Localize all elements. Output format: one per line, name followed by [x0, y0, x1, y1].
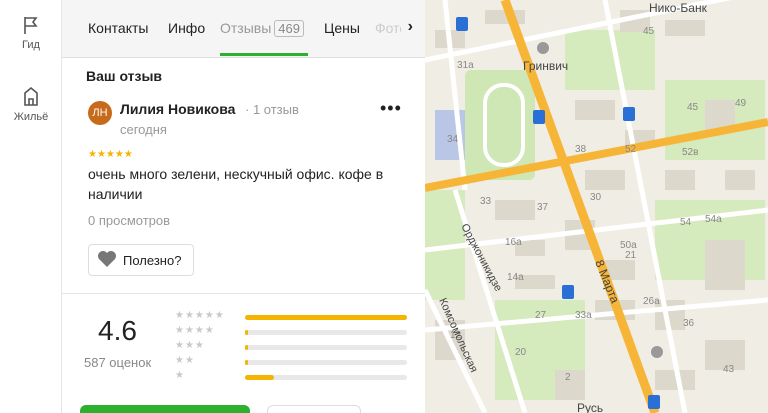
distribution-stars: ★ — [175, 370, 185, 381]
distribution-bar-fill — [245, 315, 407, 320]
distribution-bar-fill — [245, 360, 248, 365]
useful-button[interactable]: Полезно? — [88, 244, 194, 276]
svg-text:33: 33 — [480, 196, 492, 207]
heart-icon — [97, 250, 123, 271]
svg-text:37: 37 — [537, 202, 549, 213]
distribution-bar-track — [245, 345, 407, 350]
review-stars: ★★★★★ — [88, 149, 133, 160]
distribution-bar-fill — [245, 375, 274, 380]
svg-text:Нико-Банк: Нико-Банк — [649, 1, 708, 15]
svg-text:30: 30 — [590, 192, 602, 203]
distribution-bar-fill — [245, 345, 248, 350]
tab-photos[interactable]: Фото — [375, 20, 401, 36]
tab-info[interactable]: Инфо — [168, 20, 205, 36]
map-canvas: 45 31а 34 38 45 49 52 52в 54 33 37 16а 1… — [425, 0, 768, 413]
building-icon[interactable] — [537, 42, 549, 54]
active-tab-indicator — [220, 53, 308, 56]
secondary-button[interactable] — [267, 405, 361, 413]
distribution-stars: ★★ — [175, 355, 195, 366]
distribution-bar-track — [245, 360, 407, 365]
map[interactable]: 45 31а 34 38 45 49 52 52в 54 33 37 16а 1… — [425, 0, 768, 413]
svg-text:45: 45 — [643, 26, 655, 37]
tab-prices[interactable]: Цены — [324, 20, 360, 36]
svg-text:36: 36 — [683, 318, 695, 329]
building-icon — [0, 84, 62, 108]
svg-text:38: 38 — [575, 144, 587, 155]
rail-item-label: Жильё — [13, 111, 49, 123]
reviews-count-badge: 469 — [274, 20, 304, 37]
rail-item-guide[interactable]: Гид — [0, 14, 62, 51]
svg-text:21: 21 — [625, 250, 637, 261]
tab-reviews-label: Отзывы — [220, 20, 272, 36]
svg-text:Русь: Русь — [577, 401, 603, 413]
views-count: 0 просмотров — [88, 213, 171, 228]
review-date: сегодня — [120, 122, 167, 137]
svg-text:50а: 50а — [620, 240, 637, 251]
distribution-bar-track — [245, 315, 407, 320]
svg-text:34: 34 — [447, 134, 459, 145]
svg-text:49: 49 — [735, 98, 747, 109]
rating-count: 587 оценок — [84, 355, 152, 370]
distribution-stars: ★★★★★ — [175, 310, 225, 321]
svg-text:16а: 16а — [505, 237, 522, 248]
review-text: очень много зелени, нескучный офис. кофе… — [88, 166, 384, 202]
tab-contacts[interactable]: Контакты — [88, 20, 148, 36]
app-root: Гид Жильё Контакты Инфо Отзывы 469 Цены Ф… — [0, 0, 768, 413]
rail-item-housing[interactable]: Жильё — [0, 84, 62, 123]
distribution-bar-track — [245, 375, 407, 380]
svg-text:52в: 52в — [682, 147, 698, 158]
svg-text:52: 52 — [625, 144, 637, 155]
distribution-bar-fill — [245, 330, 248, 335]
distribution-stars: ★★★★ — [175, 325, 215, 336]
section-title: Ваш отзыв — [86, 68, 163, 84]
svg-text:Гринвич: Гринвич — [523, 59, 568, 73]
useful-label: Полезно? — [123, 252, 182, 268]
distribution-stars: ★★★ — [175, 340, 205, 351]
svg-text:54а: 54а — [705, 214, 722, 225]
rating-value: 4.6 — [98, 315, 137, 346]
svg-text:54: 54 — [680, 217, 692, 228]
flag-icon — [0, 14, 62, 36]
tab-bar: Контакты Инфо Отзывы469 Цены Фото › — [62, 0, 425, 58]
rail-item-label: Гид — [22, 39, 40, 51]
write-review-button[interactable] — [80, 405, 250, 413]
author-meta: · 1 отзыв — [245, 102, 299, 117]
chevron-right-icon[interactable]: › — [408, 18, 413, 36]
avatar[interactable]: ЛН — [88, 101, 112, 125]
svg-text:31а: 31а — [457, 60, 474, 71]
park-area — [565, 30, 655, 90]
svg-text:14а: 14а — [507, 272, 524, 283]
place-panel: Контакты Инфо Отзывы469 Цены Фото › Ваш … — [62, 0, 425, 413]
svg-text:27: 27 — [535, 310, 547, 321]
svg-text:45: 45 — [687, 102, 699, 113]
svg-text:20: 20 — [515, 347, 527, 358]
left-rail: Гид Жильё — [0, 0, 62, 413]
more-icon[interactable]: ••• — [380, 99, 402, 117]
distribution-bar-track — [245, 330, 407, 335]
svg-text:26а: 26а — [643, 296, 660, 307]
church-icon[interactable] — [651, 346, 663, 358]
svg-text:2: 2 — [565, 372, 571, 383]
review-author[interactable]: Лилия Новикова — [120, 101, 235, 117]
tab-reviews[interactable]: Отзывы 469 — [220, 20, 304, 37]
svg-text:43: 43 — [723, 364, 735, 375]
divider — [62, 293, 425, 294]
svg-text:33а: 33а — [575, 310, 592, 321]
